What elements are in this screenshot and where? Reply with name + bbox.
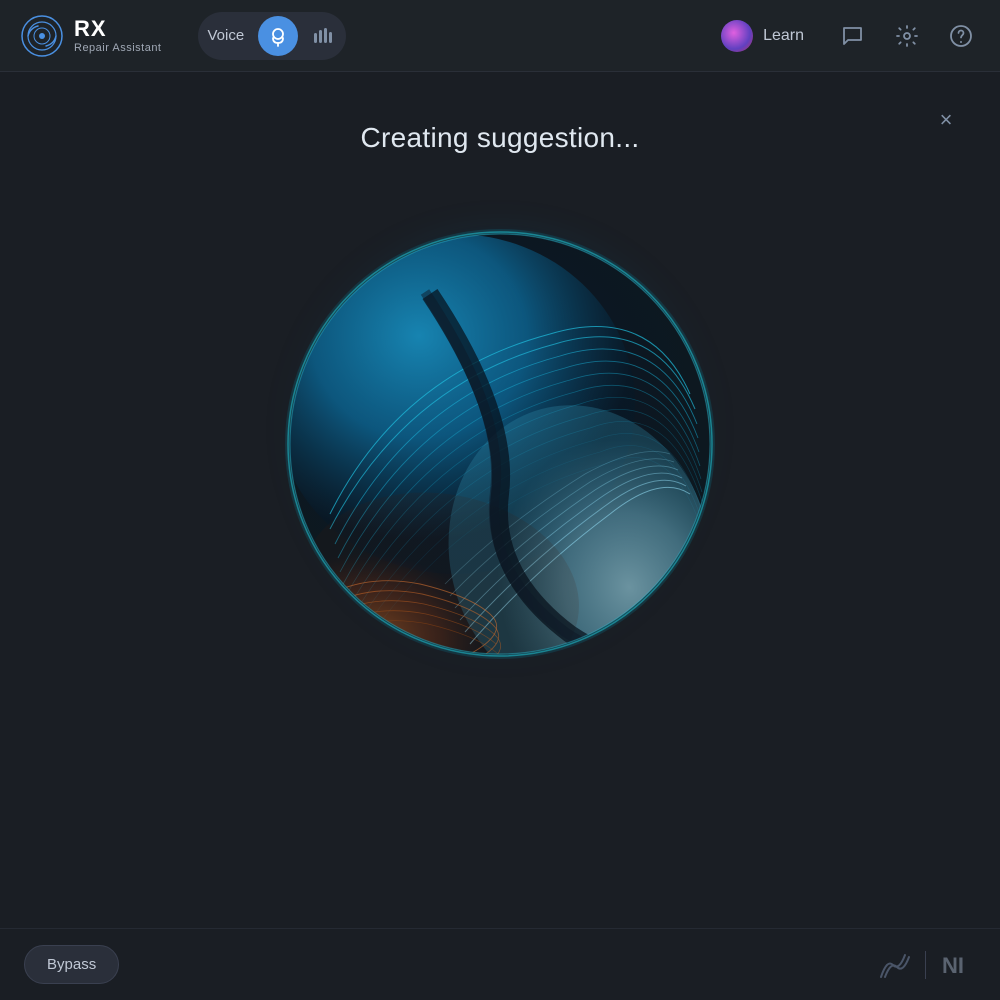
- app-header: RX Repair Assistant Voice: [0, 0, 1000, 72]
- logo-icon: [20, 14, 64, 58]
- bypass-button[interactable]: Bypass: [24, 945, 119, 984]
- learn-icon: [721, 20, 753, 52]
- voice-toggle[interactable]: Voice: [198, 12, 347, 60]
- voice-bars-button[interactable]: [302, 16, 342, 56]
- bypass-label: Bypass: [47, 956, 96, 973]
- logo-subtitle: Repair Assistant: [74, 42, 162, 54]
- app-footer: Bypass NI: [0, 928, 1000, 1000]
- main-content: Creating suggestion... ×: [0, 72, 1000, 928]
- settings-button[interactable]: [888, 17, 926, 55]
- logo-area: RX Repair Assistant: [20, 14, 162, 58]
- mic-icon: [267, 25, 289, 47]
- learn-label: Learn: [763, 27, 804, 45]
- ni-text-icon: NI: [940, 951, 976, 979]
- svg-text:NI: NI: [942, 953, 964, 978]
- close-icon: ×: [940, 107, 953, 133]
- chat-button[interactable]: [834, 17, 872, 55]
- bars-icon: [311, 25, 333, 47]
- orb-animation: [270, 214, 730, 674]
- voice-mic-button[interactable]: [258, 16, 298, 56]
- chat-icon: [841, 24, 865, 48]
- suggestion-title: Creating suggestion...: [361, 122, 640, 154]
- logo-rx-label: RX: [74, 17, 162, 41]
- close-button[interactable]: ×: [928, 102, 964, 138]
- brand-divider: [925, 951, 926, 979]
- learn-button[interactable]: Learn: [707, 14, 818, 58]
- ni-squiggle-icon: [879, 951, 911, 979]
- help-button[interactable]: [942, 17, 980, 55]
- help-icon: [949, 24, 973, 48]
- orb-svg: [270, 214, 730, 674]
- logo-text: RX Repair Assistant: [74, 17, 162, 53]
- brand-area: NI: [879, 951, 976, 979]
- settings-icon: [895, 24, 919, 48]
- voice-label: Voice: [202, 27, 255, 44]
